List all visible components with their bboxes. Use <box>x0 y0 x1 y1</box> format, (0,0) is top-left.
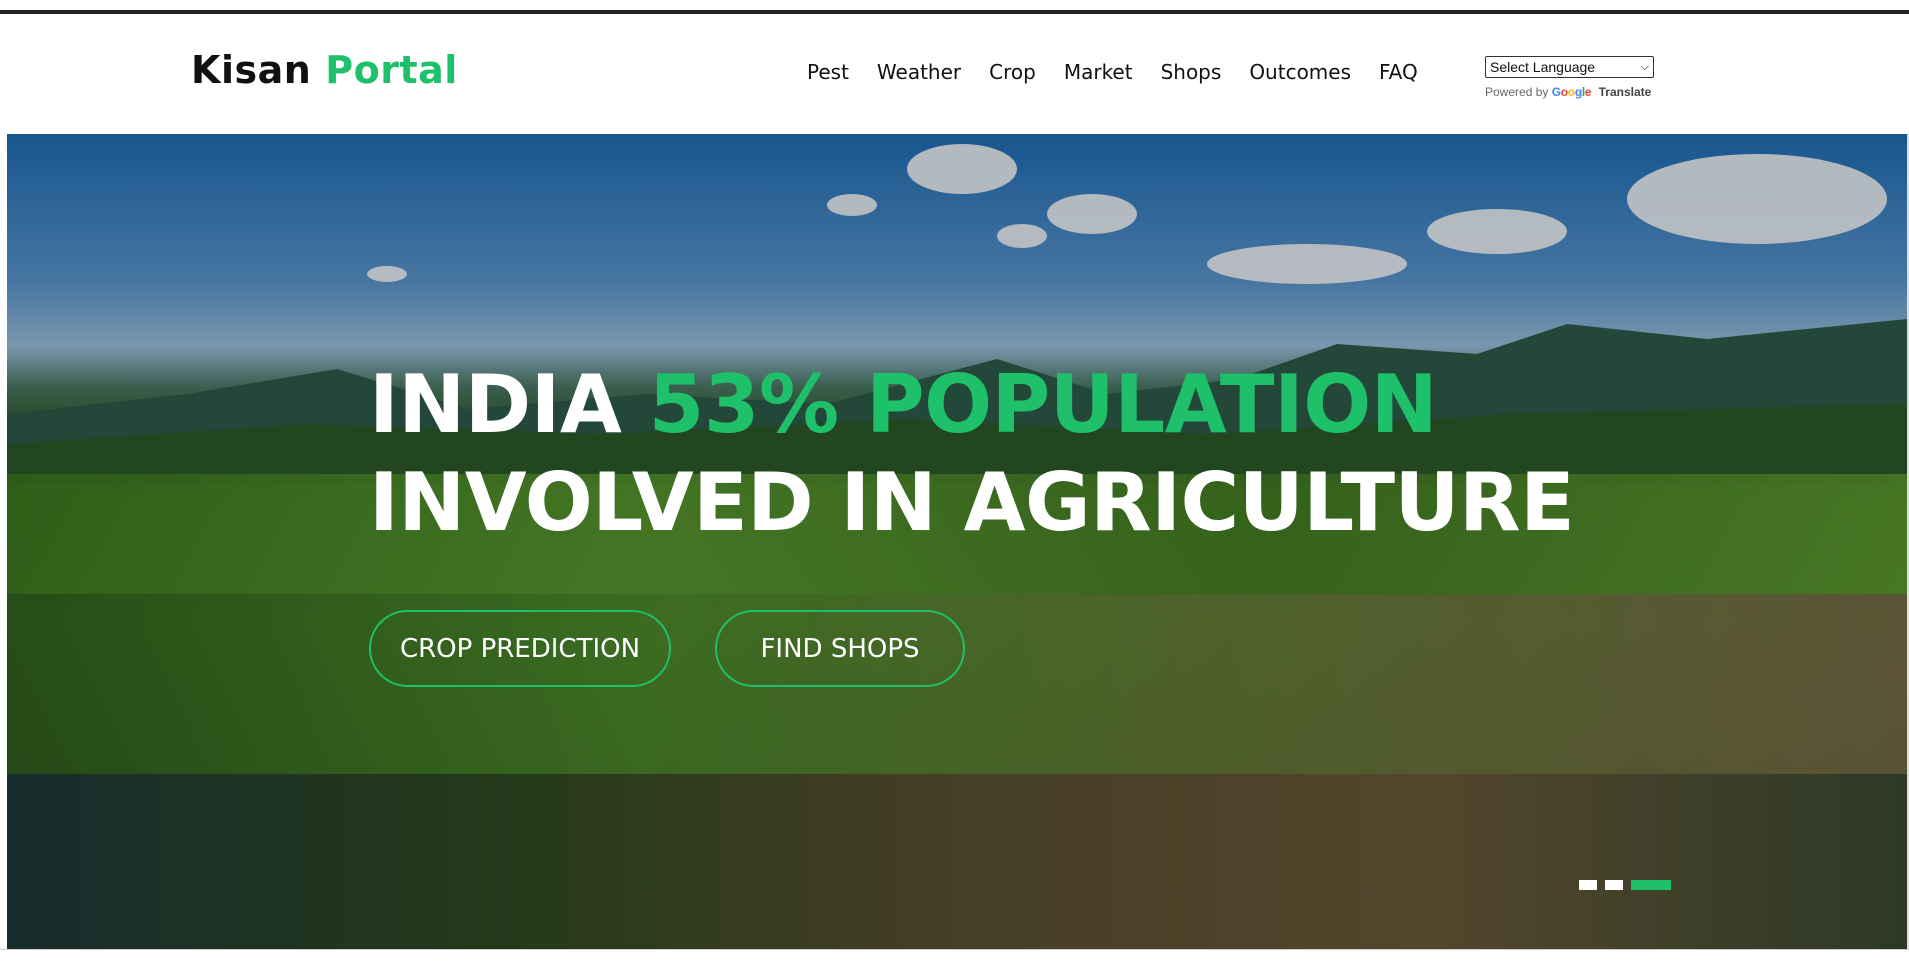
translate-link[interactable]: Translate <box>1599 85 1652 99</box>
headline-white: INDIA <box>369 358 649 451</box>
brand-name: Kisan <box>191 48 312 92</box>
main-nav: Pest Weather Crop Market Shops Outcomes … <box>807 60 1446 84</box>
carousel-indicator-2[interactable] <box>1605 880 1623 890</box>
brand-logo[interactable]: Kisan Portal <box>191 48 458 92</box>
hero-headline: INDIA 53% POPULATION INVOLVED IN AGRICUL… <box>369 356 1575 552</box>
top-border <box>0 0 1909 14</box>
powered-by-label: Powered by <box>1485 85 1549 99</box>
language-select[interactable]: Select Language ⌵ <box>1485 56 1654 78</box>
carousel-indicator-1[interactable] <box>1579 880 1597 890</box>
google-translate-widget: Select Language ⌵ Powered by Google Tran… <box>1485 56 1654 99</box>
nav-item-faq[interactable]: FAQ <box>1379 60 1418 84</box>
site-header: Kisan Portal Pest Weather Crop Market Sho… <box>7 14 1907 134</box>
nav-item-pest[interactable]: Pest <box>807 60 849 84</box>
carousel-indicator-3[interactable] <box>1631 880 1671 890</box>
carousel-indicators <box>1579 880 1671 890</box>
nav-item-crop[interactable]: Crop <box>989 60 1036 84</box>
bottom-border <box>0 949 1909 963</box>
headline-line2: INVOLVED IN AGRICULTURE <box>369 456 1575 549</box>
brand-accent: Portal <box>325 48 458 92</box>
hero-carousel: INDIA 53% POPULATION INVOLVED IN AGRICUL… <box>7 134 1907 949</box>
google-logo: Google <box>1551 85 1592 99</box>
chevron-down-icon: ⌵ <box>1640 60 1649 73</box>
nav-item-weather[interactable]: Weather <box>877 60 961 84</box>
crop-prediction-button[interactable]: CROP PREDICTION <box>369 610 671 687</box>
language-select-label: Select Language <box>1490 59 1596 75</box>
nav-item-market[interactable]: Market <box>1064 60 1133 84</box>
headline-green: 53% POPULATION <box>648 358 1438 451</box>
find-shops-button[interactable]: FIND SHOPS <box>715 610 965 687</box>
nav-item-outcomes[interactable]: Outcomes <box>1249 60 1351 84</box>
nav-item-shops[interactable]: Shops <box>1161 60 1222 84</box>
powered-by-google: Powered by Google Translate <box>1485 85 1654 99</box>
